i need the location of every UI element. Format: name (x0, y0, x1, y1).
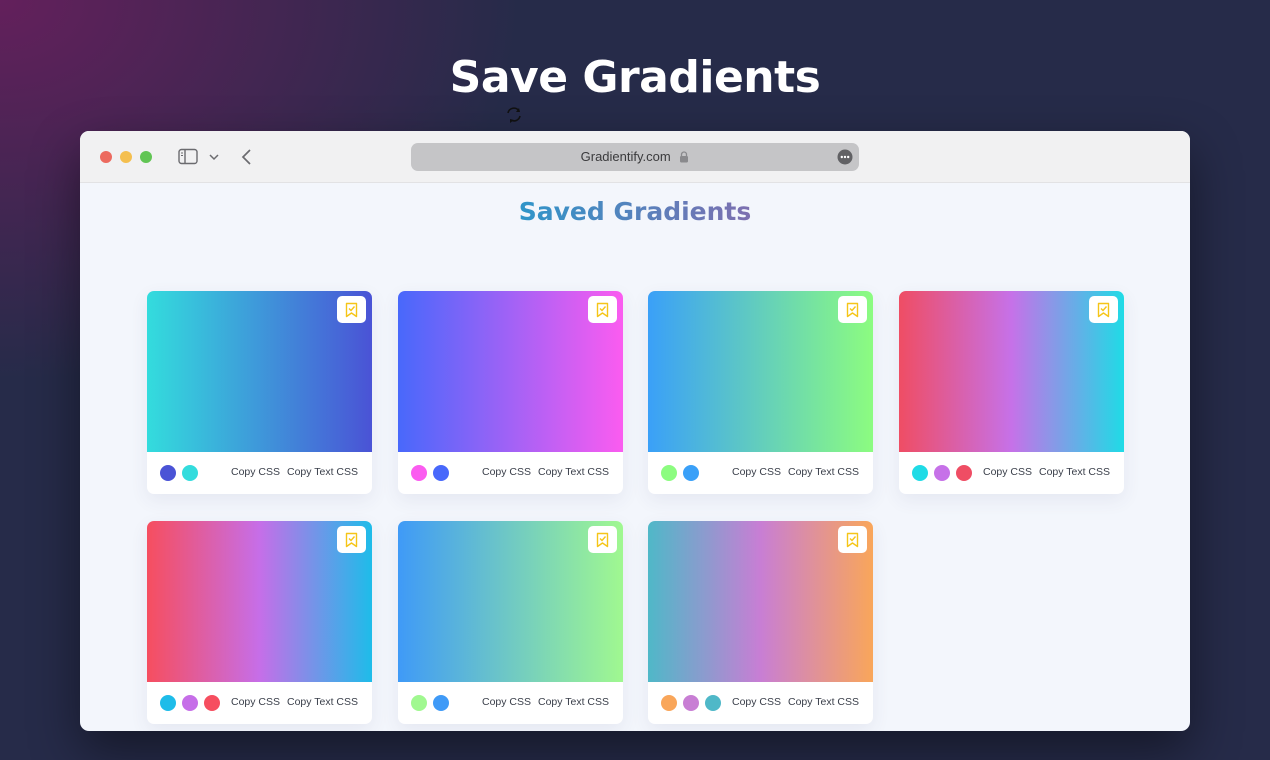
page-heading: Saved Gradients (519, 197, 752, 226)
gradient-card: Copy CSS Copy Text CSS (398, 521, 623, 724)
bookmark-button[interactable] (337, 296, 366, 323)
bookmark-icon (846, 532, 859, 548)
color-swatch[interactable] (160, 465, 176, 481)
color-swatch[interactable] (934, 465, 950, 481)
bookmark-button[interactable] (337, 526, 366, 553)
browser-window: Gradientify.com Saved Gradients Copy CSS… (80, 131, 1190, 731)
zoom-window-button[interactable] (140, 151, 152, 163)
color-swatch[interactable] (661, 465, 677, 481)
gradient-card: Copy CSS Copy Text CSS (147, 291, 372, 494)
color-swatch[interactable] (204, 695, 220, 711)
copy-css-button[interactable]: Copy CSS (983, 466, 1032, 478)
bookmark-button[interactable] (588, 296, 617, 323)
bookmark-icon (1097, 302, 1110, 318)
bookmark-button[interactable] (588, 526, 617, 553)
color-swatch[interactable] (661, 695, 677, 711)
gradient-card: Copy CSS Copy Text CSS (899, 291, 1124, 494)
gradient-card: Copy CSS Copy Text CSS (648, 291, 873, 494)
copy-text-css-button[interactable]: Copy Text CSS (538, 466, 609, 478)
copy-css-button[interactable]: Copy CSS (231, 696, 280, 708)
color-swatch[interactable] (912, 465, 928, 481)
copy-text-css-button[interactable]: Copy Text CSS (287, 466, 358, 478)
copy-text-css-button[interactable]: Copy Text CSS (1039, 466, 1110, 478)
chevron-down-icon[interactable] (208, 152, 220, 162)
bookmark-button[interactable] (1089, 296, 1118, 323)
color-swatch[interactable] (433, 465, 449, 481)
color-swatch[interactable] (182, 465, 198, 481)
svg-text:Saved Gradients: Saved Gradients (519, 197, 752, 226)
back-arrow-icon[interactable] (240, 147, 254, 167)
close-window-button[interactable] (100, 151, 112, 163)
color-swatch[interactable] (182, 695, 198, 711)
more-options-icon[interactable] (837, 149, 853, 165)
gradient-card: Copy CSS Copy Text CSS (147, 521, 372, 724)
minimize-window-button[interactable] (120, 151, 132, 163)
copy-text-css-button[interactable]: Copy Text CSS (287, 696, 358, 708)
card-footer: Copy CSS Copy Text CSS (398, 452, 623, 494)
color-swatch[interactable] (160, 695, 176, 711)
copy-css-button[interactable]: Copy CSS (482, 696, 531, 708)
rotate-cursor-icon (507, 107, 521, 123)
browser-toolbar: Gradientify.com (80, 131, 1190, 183)
copy-text-css-button[interactable]: Copy Text CSS (538, 696, 609, 708)
address-bar[interactable]: Gradientify.com (411, 143, 859, 171)
copy-css-button[interactable]: Copy CSS (732, 466, 781, 478)
card-footer: Copy CSS Copy Text CSS (899, 452, 1124, 494)
gradient-card: Copy CSS Copy Text CSS (398, 291, 623, 494)
bookmark-icon (596, 532, 609, 548)
copy-css-button[interactable]: Copy CSS (231, 466, 280, 478)
hero-title: Save Gradients (449, 52, 821, 103)
color-swatch[interactable] (683, 465, 699, 481)
card-footer: Copy CSS Copy Text CSS (398, 682, 623, 724)
sidebar-toggle-icon[interactable] (178, 148, 198, 165)
color-swatch[interactable] (956, 465, 972, 481)
copy-css-button[interactable]: Copy CSS (482, 466, 531, 478)
card-footer: Copy CSS Copy Text CSS (147, 452, 372, 494)
bookmark-icon (846, 302, 859, 318)
color-swatch[interactable] (411, 695, 427, 711)
bookmark-icon (345, 302, 358, 318)
bookmark-icon (596, 302, 609, 318)
color-swatch[interactable] (411, 465, 427, 481)
url-text: Gradientify.com (580, 149, 671, 164)
color-swatch[interactable] (433, 695, 449, 711)
color-swatch[interactable] (683, 695, 699, 711)
bookmark-button[interactable] (838, 296, 867, 323)
bookmark-button[interactable] (838, 526, 867, 553)
gradient-card: Copy CSS Copy Text CSS (648, 521, 873, 724)
card-footer: Copy CSS Copy Text CSS (648, 682, 873, 724)
lock-icon (680, 150, 689, 163)
card-footer: Copy CSS Copy Text CSS (147, 682, 372, 724)
card-footer: Copy CSS Copy Text CSS (648, 452, 873, 494)
copy-css-button[interactable]: Copy CSS (732, 696, 781, 708)
copy-text-css-button[interactable]: Copy Text CSS (788, 696, 859, 708)
bookmark-icon (345, 532, 358, 548)
color-swatch[interactable] (705, 695, 721, 711)
copy-text-css-button[interactable]: Copy Text CSS (788, 466, 859, 478)
